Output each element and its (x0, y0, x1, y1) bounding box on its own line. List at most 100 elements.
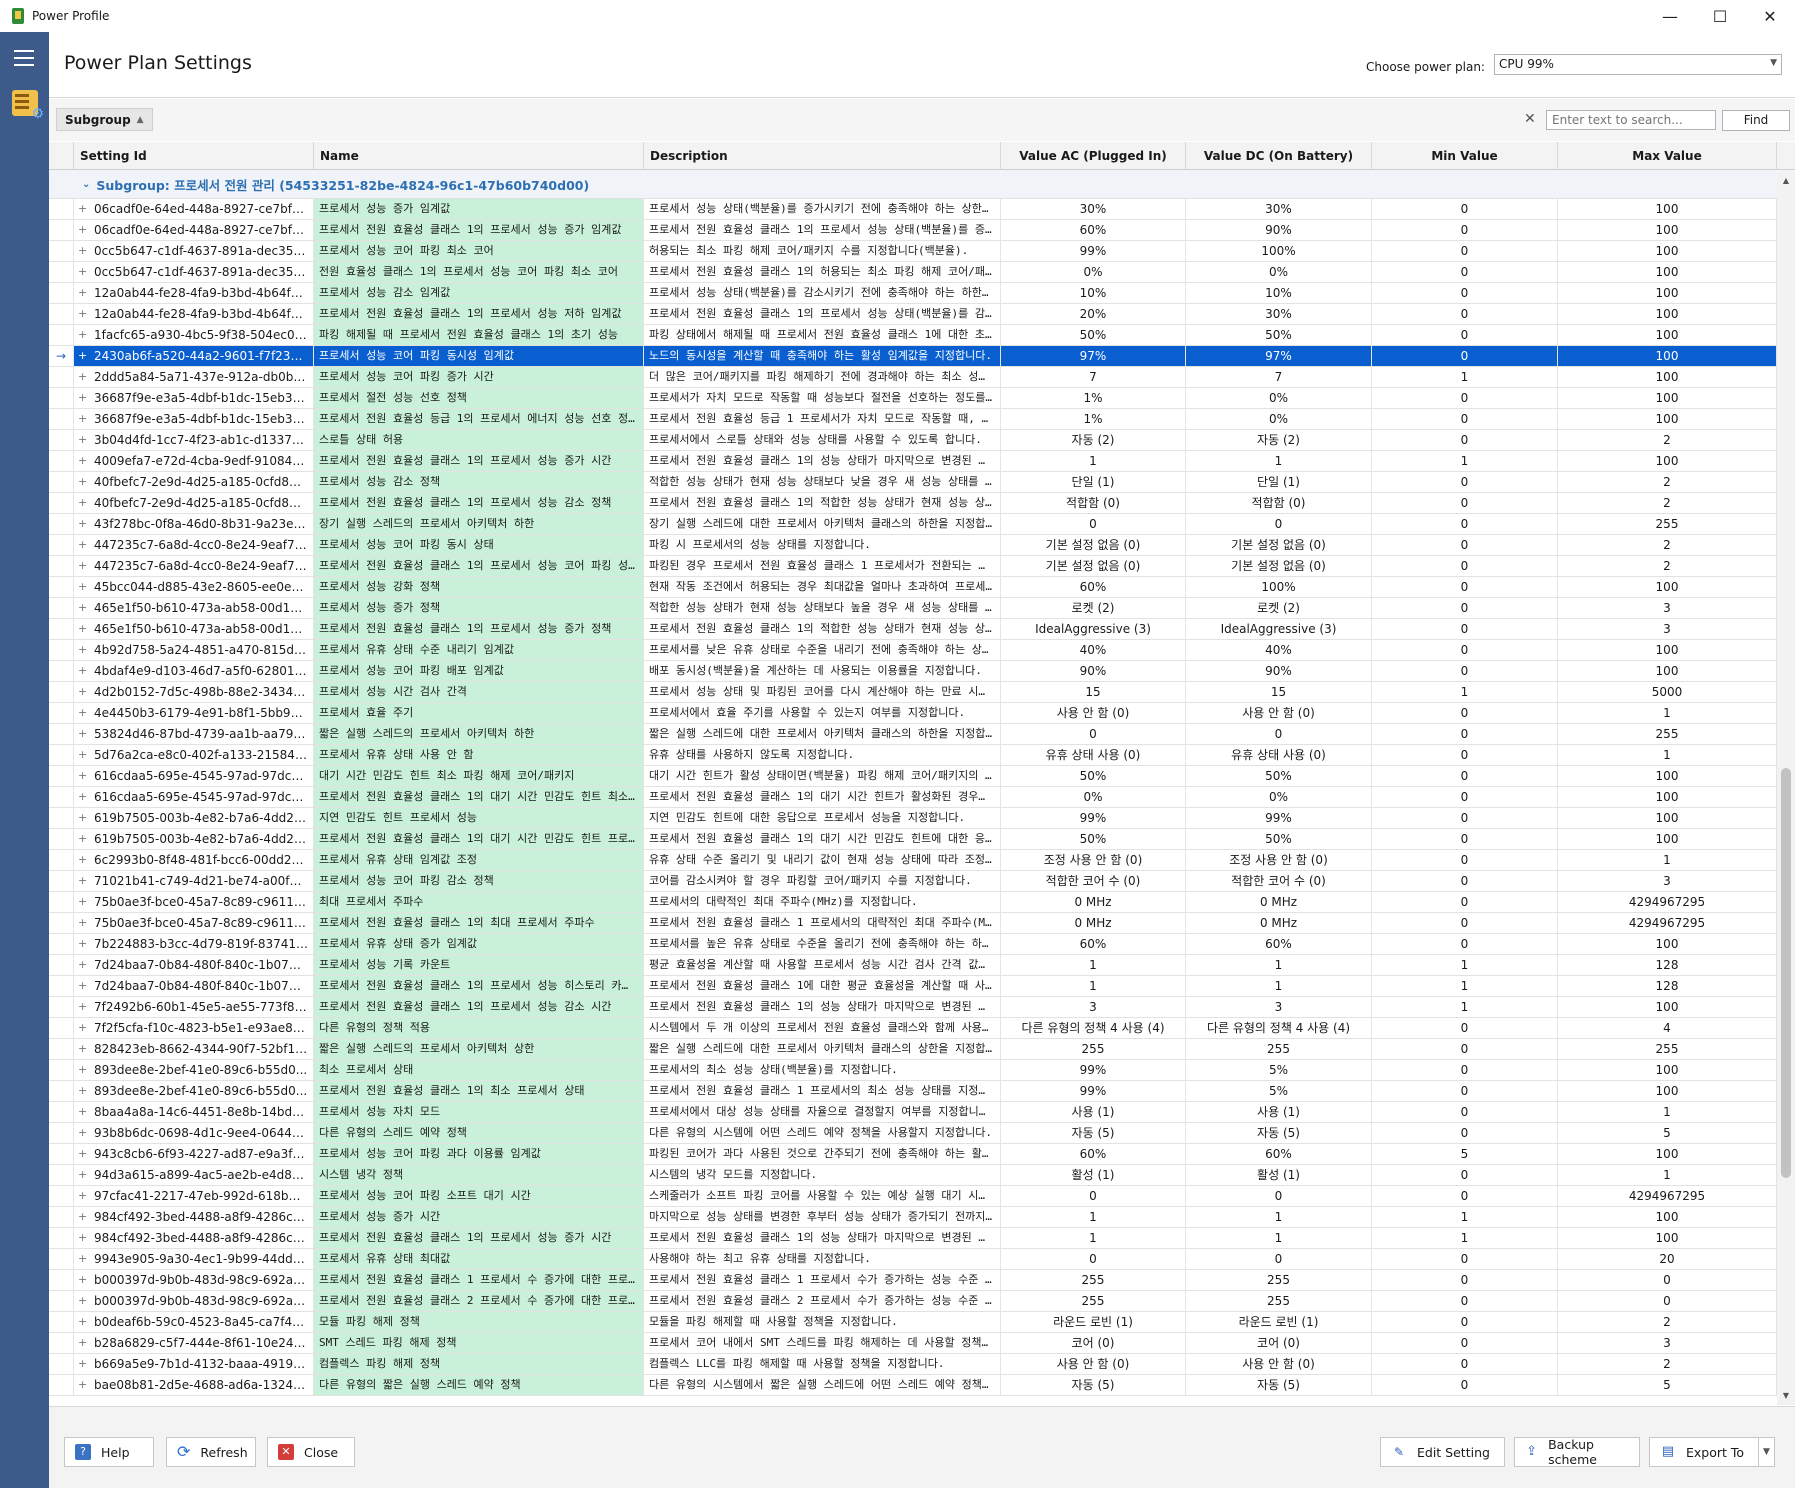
table-row[interactable]: + bae08b81-2d5e-4688-ad6a-13243... 다른 유형의 … (49, 1375, 1777, 1396)
row-indicator[interactable] (49, 766, 74, 786)
expand-row-icon[interactable]: + (78, 934, 87, 954)
row-indicator[interactable] (49, 262, 74, 282)
table-row[interactable]: +4d2b0152-7d5c-498b-88e2-34345... 프로세서 성능… (49, 682, 1777, 703)
cell-setting-id[interactable]: +53824d46-87bd-4739-aa1b-aa793f... (74, 724, 314, 744)
cell-name[interactable]: 프로세서 성능 코어 파킹 감소 정책 (314, 871, 644, 891)
expand-row-icon[interactable]: + (78, 1249, 87, 1269)
cell-value-dc[interactable]: 255 (1186, 1039, 1372, 1059)
cell-value-dc[interactable]: 60% (1186, 934, 1372, 954)
cell-min-value[interactable]: 0 (1372, 388, 1558, 408)
cell-description[interactable]: 프로세서 전원 효율성 클래스 1의 허용되는 최소 파킹 해제 코어/패키지 … (644, 262, 1001, 282)
backup-scheme-button[interactable]: ⇪ Backup scheme (1514, 1437, 1640, 1467)
table-row[interactable]: +3b04d4fd-1cc7-4f23-ab1c-d13378... 스로틀 상태… (49, 430, 1777, 451)
expand-row-icon[interactable]: + (78, 997, 87, 1017)
table-row[interactable]: +616cdaa5-695e-4545-97ad-97dc2d... 프로세서 전… (49, 787, 1777, 808)
table-row[interactable]: +7b224883-b3cc-4d79-819f-837415... 프로세서 유… (49, 934, 1777, 955)
cell-value-dc[interactable]: 자동 (5) (1186, 1123, 1372, 1143)
cell-value-dc[interactable]: 0% (1186, 388, 1372, 408)
cell-value-dc[interactable]: 0 (1186, 1186, 1372, 1206)
cell-description[interactable]: 적합한 성능 상태가 현재 성능 상태보다 높을 경우 새 성능 상태를 선택.… (644, 598, 1001, 618)
cell-value-ac[interactable]: 사용 안 함 (0) (1001, 703, 1186, 723)
cell-setting-id[interactable]: +94d3a615-a899-4ac5-ae2b-e4d8f6... (74, 1165, 314, 1185)
cell-setting-id[interactable]: +36687f9e-e3a5-4dbf-b1dc-15eb38... (74, 409, 314, 429)
cell-value-ac[interactable]: 0 (1001, 724, 1186, 744)
cell-min-value[interactable]: 0 (1372, 1291, 1558, 1311)
cell-value-ac[interactable]: 99% (1001, 1060, 1186, 1080)
cell-value-dc[interactable]: 기본 설정 없음 (0) (1186, 535, 1372, 555)
expand-row-icon[interactable]: + (78, 367, 87, 387)
power-plan-select[interactable]: CPU 99% ▼ (1494, 54, 1782, 75)
cell-min-value[interactable]: 0 (1372, 766, 1558, 786)
cell-value-ac[interactable]: 90% (1001, 661, 1186, 681)
cell-setting-id[interactable]: +45bcc044-d885-43e2-8605-ee0ec... (74, 577, 314, 597)
cell-description[interactable]: 프로세서가 자치 모드로 작동할 때 성능보다 절전을 선호하는 정도를 지..… (644, 388, 1001, 408)
expand-row-icon[interactable]: + (78, 745, 87, 765)
cell-name[interactable]: 대기 시간 민감도 힌트 최소 파킹 해제 코어/패키지 (314, 766, 644, 786)
cell-value-dc[interactable]: 100% (1186, 577, 1372, 597)
cell-name[interactable]: 프로세서 성능 코어 파킹 증가 시간 (314, 367, 644, 387)
row-indicator[interactable] (49, 619, 74, 639)
cell-description[interactable]: 다른 유형의 시스템에 어떤 스레드 예약 정책을 사용할지 지정합니다. (644, 1123, 1001, 1143)
cell-description[interactable]: 프로세서 전원 효율성 클래스 1 프로세서의 최소 성능 상태를 지정합니다.… (644, 1081, 1001, 1101)
cell-value-ac[interactable]: 1 (1001, 976, 1186, 996)
cell-name[interactable]: 짧은 실행 스레드의 프로세서 아키텍처 상한 (314, 1039, 644, 1059)
cell-name[interactable]: 프로세서 성능 강화 정책 (314, 577, 644, 597)
row-indicator[interactable] (49, 955, 74, 975)
cell-max-value[interactable]: 2 (1558, 493, 1777, 513)
cell-value-ac[interactable]: 60% (1001, 934, 1186, 954)
cell-value-dc[interactable]: 0 (1186, 1249, 1372, 1269)
cell-value-ac[interactable]: 99% (1001, 808, 1186, 828)
chevron-down-icon[interactable]: ⌄ (82, 179, 90, 190)
cell-value-ac[interactable]: 1 (1001, 1207, 1186, 1227)
cell-name[interactable]: 프로세서 유휴 상태 임계값 조정 (314, 850, 644, 870)
row-indicator[interactable] (49, 493, 74, 513)
maximize-button[interactable]: ☐ (1695, 0, 1745, 32)
cell-max-value[interactable]: 100 (1558, 220, 1777, 240)
cell-value-ac[interactable]: 코어 (0) (1001, 1333, 1186, 1353)
cell-max-value[interactable]: 100 (1558, 409, 1777, 429)
table-row[interactable]: +5d76a2ca-e8c0-402f-a133-215849... 프로세서 유… (49, 745, 1777, 766)
table-row[interactable]: +893dee8e-2bef-41e0-89c6-b55d0... 최소 프로세서… (49, 1060, 1777, 1081)
cell-description[interactable]: 프로세서 전원 효율성 등급 1 프로세서가 자치 모드로 작동할 때, 성능보… (644, 409, 1001, 429)
cell-min-value[interactable]: 0 (1372, 325, 1558, 345)
expand-row-icon[interactable]: + (78, 514, 87, 534)
cell-name[interactable]: 프로세서 전원 효율성 클래스 1의 프로세서 성능 증가 시간 (314, 451, 644, 471)
power-settings-icon[interactable] (12, 90, 44, 122)
cell-setting-id[interactable]: +893dee8e-2bef-41e0-89c6-b55d0... (74, 1060, 314, 1080)
export-to-button[interactable]: ▤ Export To (1649, 1437, 1759, 1467)
cell-description[interactable]: 유휴 상태를 사용하지 않도록 지정합니다. (644, 745, 1001, 765)
cell-max-value[interactable]: 100 (1558, 346, 1777, 366)
cell-value-dc[interactable]: 97% (1186, 346, 1372, 366)
row-indicator[interactable] (49, 871, 74, 891)
cell-max-value[interactable]: 20 (1558, 1249, 1777, 1269)
cell-setting-id[interactable]: +06cadf0e-64ed-448a-8927-ce7bf9... (74, 220, 314, 240)
expand-row-icon[interactable]: + (78, 304, 87, 324)
expand-row-icon[interactable]: + (78, 1270, 87, 1290)
cell-value-dc[interactable]: 자동 (2) (1186, 430, 1372, 450)
cell-max-value[interactable]: 100 (1558, 388, 1777, 408)
row-indicator[interactable] (49, 829, 74, 849)
cell-name[interactable]: 프로세서 성능 감소 정책 (314, 472, 644, 492)
cell-description[interactable]: 허용되는 최소 파킹 해제 코어/패키지 수를 지정합니다(백분율). (644, 241, 1001, 261)
cell-name[interactable]: 프로세서 효율 주기 (314, 703, 644, 723)
row-indicator[interactable] (49, 430, 74, 450)
expand-row-icon[interactable]: + (78, 220, 87, 240)
cell-min-value[interactable]: 0 (1372, 1060, 1558, 1080)
help-button[interactable]: ? Help (64, 1437, 154, 1467)
row-indicator[interactable] (49, 1144, 74, 1164)
vertical-scrollbar[interactable]: ▲ ▼ (1777, 172, 1795, 1405)
header-setting-id[interactable]: Setting Id (74, 142, 314, 170)
cell-value-ac[interactable]: 자동 (5) (1001, 1123, 1186, 1143)
row-indicator[interactable] (49, 640, 74, 660)
cell-description[interactable]: 프로세서에서 효율 주기를 사용할 수 있는지 여부를 지정합니다. (644, 703, 1001, 723)
row-indicator[interactable] (49, 1312, 74, 1332)
cell-setting-id[interactable]: +828423eb-8662-4344-90f7-52bf15... (74, 1039, 314, 1059)
cell-max-value[interactable]: 100 (1558, 808, 1777, 828)
cell-description[interactable]: 프로세서 성능 상태(백분율)를 감소시키기 전에 충족해야 하는 하한 활성.… (644, 283, 1001, 303)
row-indicator[interactable] (49, 1291, 74, 1311)
cell-name[interactable]: 프로세서 전원 효율성 클래스 1의 프로세서 성능 코어 파킹 성능 상태 (314, 556, 644, 576)
cell-value-ac[interactable]: 1% (1001, 388, 1186, 408)
cell-value-ac[interactable]: 활성 (1) (1001, 1165, 1186, 1185)
cell-value-dc[interactable]: 100% (1186, 241, 1372, 261)
cell-max-value[interactable]: 255 (1558, 514, 1777, 534)
